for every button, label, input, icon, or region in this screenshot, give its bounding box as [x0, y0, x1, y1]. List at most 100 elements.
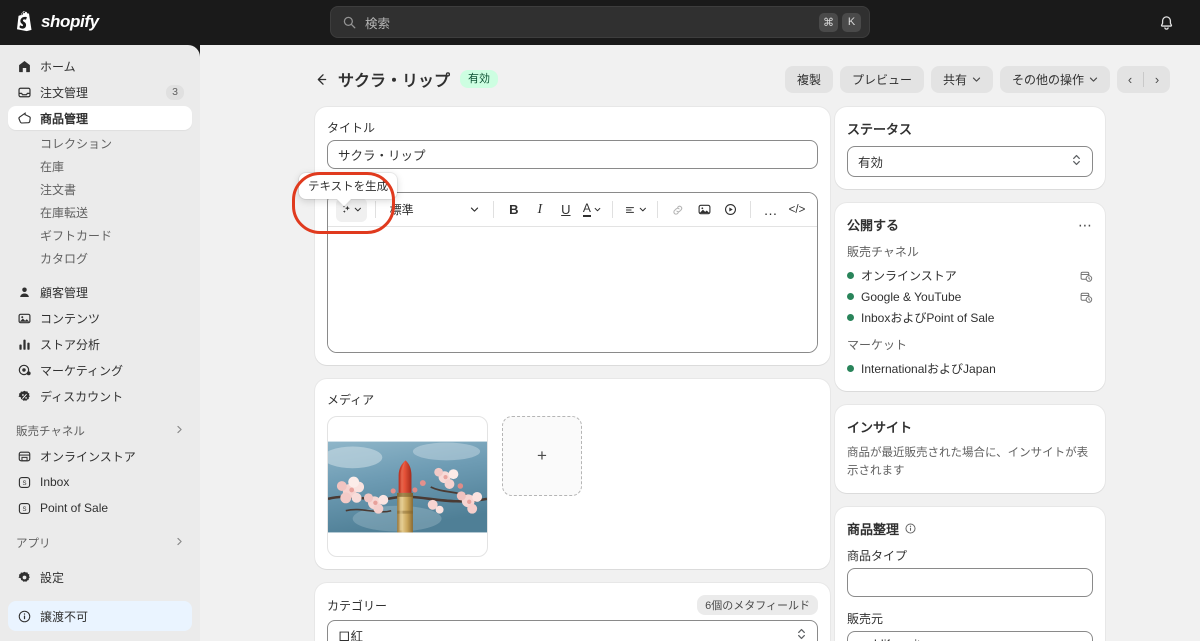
- transfer-notice-label: 譲渡不可: [40, 609, 89, 624]
- next-page-button[interactable]: ›: [1144, 66, 1170, 93]
- channel-label: InboxおよびPoint of Sale: [861, 311, 995, 325]
- media-card: メディア +: [315, 379, 830, 569]
- align-button[interactable]: [621, 198, 650, 222]
- paragraph-style-select[interactable]: 標準: [384, 198, 485, 222]
- sidebar-item-analytics[interactable]: ストア分析: [8, 332, 192, 356]
- generate-text-tooltip: テキストを生成: [299, 173, 398, 199]
- preview-button[interactable]: プレビュー: [839, 65, 924, 93]
- status-select[interactable]: 有効: [847, 146, 1093, 177]
- status-card-title: ステータス: [847, 122, 913, 137]
- share-label: 共有: [942, 72, 967, 87]
- orders-inbox-icon: [16, 84, 32, 100]
- global-search[interactable]: 検索 ⌘ K: [330, 6, 870, 38]
- status-card: ステータス 有効: [835, 107, 1105, 189]
- sidebar-item-label: オンラインストア: [40, 449, 136, 464]
- video-button[interactable]: [718, 198, 742, 222]
- sidebar-subitem-transfers[interactable]: 在庫転送: [8, 201, 192, 223]
- status-dot: [847, 293, 854, 300]
- more-actions-button[interactable]: その他の操作: [999, 65, 1110, 93]
- sidebar-subitem-catalogs[interactable]: カタログ: [8, 247, 192, 269]
- prev-page-button[interactable]: ‹: [1117, 66, 1143, 93]
- sidebar-item-inbox[interactable]: S Inbox: [8, 470, 192, 494]
- publish-card: 公開する ⋯ 販売チャネル オンラインストア Google & YouTube: [835, 203, 1105, 391]
- preview-label: プレビュー: [851, 72, 912, 87]
- sidebar-section-apps[interactable]: アプリ: [8, 533, 192, 552]
- kbd-k: K: [842, 12, 861, 32]
- italic-button[interactable]: I: [528, 198, 552, 222]
- schedule-calendar-icon[interactable]: [1079, 269, 1093, 283]
- sidebar-subitem-purchase-orders[interactable]: 注文書: [8, 178, 192, 200]
- online-store-icon: [16, 448, 32, 464]
- link-button[interactable]: [666, 198, 690, 222]
- sidebar-subitem-label: カタログ: [40, 251, 89, 266]
- underline-button[interactable]: U: [554, 198, 578, 222]
- transfer-notice[interactable]: 譲渡不可: [8, 601, 192, 631]
- page-title: サクラ・リップ: [338, 73, 451, 90]
- sidebar-item-marketing[interactable]: マーケティング: [8, 358, 192, 382]
- toolbar-divider: [374, 201, 376, 218]
- marketing-target-icon: [16, 362, 32, 378]
- duplicate-button[interactable]: 複製: [784, 65, 833, 93]
- media-thumbnail[interactable]: [327, 416, 488, 557]
- arrow-left-icon: [317, 73, 326, 85]
- code-button[interactable]: </>: [785, 198, 809, 222]
- description-textarea[interactable]: [328, 227, 817, 352]
- more-button[interactable]: …: [759, 198, 783, 222]
- page-header: サクラ・リップ 有効 複製 プレビュー 共有 その他の操作 ‹ ›: [200, 63, 1200, 95]
- sidebar-subitem-gift-cards[interactable]: ギフトカード: [8, 224, 192, 246]
- search-input[interactable]: 検索: [365, 13, 819, 32]
- video-play-icon: [724, 203, 736, 216]
- info-circle-icon[interactable]: [904, 522, 917, 535]
- sidebar-section-sales-channels[interactable]: 販売チャネル: [8, 421, 192, 440]
- text-color-button[interactable]: A: [580, 198, 604, 222]
- sidebar-item-discounts[interactable]: ディスカウント: [8, 384, 192, 408]
- sidebar-item-content[interactable]: コンテンツ: [8, 306, 192, 330]
- more-horizontal-icon[interactable]: ⋯: [1078, 218, 1093, 232]
- category-select[interactable]: 口紅: [327, 620, 818, 641]
- inbox-app-icon: S: [16, 474, 32, 490]
- category-label: カテゴリー: [327, 598, 388, 613]
- vendor-input[interactable]: weblife-writer: [847, 630, 1093, 641]
- product-type-input[interactable]: [847, 567, 1093, 597]
- sidebar-item-online-store[interactable]: オンラインストア: [8, 444, 192, 468]
- orders-badge: 3: [166, 84, 184, 100]
- gear-icon: [16, 569, 32, 585]
- market-row[interactable]: InternationalおよびJapan: [847, 358, 1093, 379]
- image-button[interactable]: [692, 198, 716, 222]
- sidebar-item-customers[interactable]: 顧客管理: [8, 280, 192, 304]
- notifications-button[interactable]: [1154, 11, 1178, 35]
- channel-label: オンラインストア: [861, 269, 957, 283]
- sidebar-subitem-inventory[interactable]: 在庫: [8, 155, 192, 177]
- metafields-badge[interactable]: 6個のメタフィールド: [697, 595, 818, 615]
- sidebar-subitem-label: 在庫転送: [40, 205, 89, 220]
- channel-row[interactable]: InboxおよびPoint of Sale: [847, 307, 1093, 328]
- sidebar-item-products[interactable]: 商品管理: [8, 106, 192, 130]
- add-media-button[interactable]: +: [502, 416, 582, 496]
- sidebar-item-label: ストア分析: [40, 337, 101, 352]
- back-button[interactable]: [310, 68, 332, 90]
- analytics-bars-icon: [16, 336, 32, 352]
- right-column: ステータス 有効 公開する ⋯ 販売チャネル オンラインストア Google &…: [835, 107, 1105, 641]
- status-dot: [847, 272, 854, 279]
- schedule-calendar-icon[interactable]: [1079, 290, 1093, 304]
- channel-row[interactable]: オンラインストア: [847, 265, 1093, 286]
- sidebar-subitem-collections[interactable]: コレクション: [8, 132, 192, 154]
- title-input[interactable]: サクラ・リップ: [327, 140, 818, 169]
- sidebar-item-label: 注文管理: [40, 85, 89, 100]
- sidebar-item-point-of-sale[interactable]: S Point of Sale: [8, 496, 192, 520]
- category-value: 口紅: [338, 630, 364, 641]
- info-circle-icon: [16, 608, 32, 624]
- sidebar-item-orders[interactable]: 注文管理 3: [8, 80, 192, 104]
- product-image: [328, 441, 487, 532]
- sidebar-item-settings[interactable]: 設定: [8, 565, 192, 589]
- description-editor: 標準 B I U A … </>: [327, 192, 818, 353]
- sidebar-subitem-label: ギフトカード: [40, 228, 113, 243]
- toolbar-divider: [492, 201, 494, 218]
- channel-row[interactable]: Google & YouTube: [847, 286, 1093, 307]
- shopify-brand[interactable]: shopify: [14, 10, 99, 33]
- publish-card-title: 公開する: [847, 218, 900, 233]
- share-button[interactable]: 共有: [930, 65, 993, 93]
- sidebar-item-home[interactable]: ホーム: [8, 54, 192, 78]
- bold-button[interactable]: B: [502, 198, 526, 222]
